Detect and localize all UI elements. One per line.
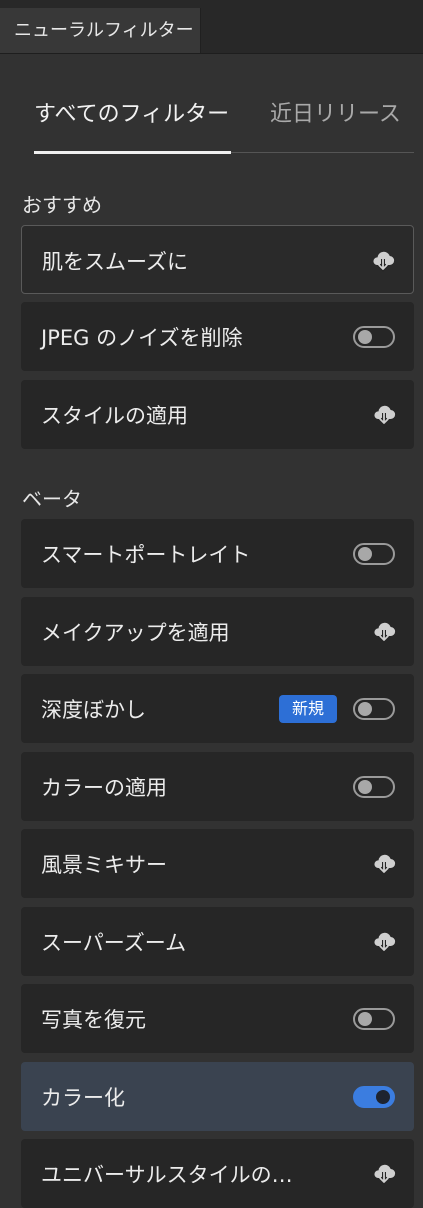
filter-item-skin-smoothing[interactable]: 肌をスムーズに xyxy=(21,225,414,294)
active-tab-indicator xyxy=(34,151,231,154)
filter-toggle[interactable] xyxy=(353,698,395,720)
filter-toggle[interactable] xyxy=(353,1086,395,1108)
tab-all-filters[interactable]: すべてのフィルター xyxy=(34,96,229,128)
toggle-knob xyxy=(376,1090,390,1104)
filter-item-photo-restoration[interactable]: 写真を復元 xyxy=(21,984,414,1053)
filter-item-label: 肌をスムーズに xyxy=(42,250,188,274)
filter-item-label: JPEG のノイズを削除 xyxy=(41,326,243,350)
section-beta-heading: ベータ xyxy=(22,487,82,511)
tab-coming-soon[interactable]: 近日リリース xyxy=(270,96,401,128)
toggle-knob xyxy=(358,330,372,344)
filter-item-jpeg-artifacts-removal[interactable]: JPEG のノイズを削除 xyxy=(21,302,414,371)
toggle-knob xyxy=(358,1012,372,1026)
panel-header: ニューラルフィルター xyxy=(0,0,423,54)
filter-item-label: 風景ミキサー xyxy=(41,853,167,877)
cloud-download-icon[interactable] xyxy=(372,853,396,875)
panel-tab-neural-filters[interactable]: ニューラルフィルター xyxy=(0,8,201,53)
filter-toggle[interactable] xyxy=(353,543,395,565)
tab-divider xyxy=(231,152,414,153)
filter-item-color-transfer[interactable]: カラーの適用 xyxy=(21,752,414,821)
cloud-download-icon[interactable] xyxy=(372,404,396,426)
filter-item-label: カラー化 xyxy=(41,1086,125,1110)
cloud-download-icon[interactable] xyxy=(371,250,395,272)
filter-item-label: 写真を復元 xyxy=(41,1008,146,1032)
filter-item-style-transfer[interactable]: スタイルの適用 xyxy=(21,380,414,449)
filter-item-landscape-mixer[interactable]: 風景ミキサー xyxy=(21,829,414,898)
section-featured-heading: おすすめ xyxy=(22,193,102,217)
filter-item-label: メイクアップを適用 xyxy=(41,621,230,645)
filter-item-universal-style[interactable]: ユニバーサルスタイルの… xyxy=(21,1139,414,1208)
filter-item-label: ユニバーサルスタイルの… xyxy=(41,1163,293,1187)
filter-item-label: スタイルの適用 xyxy=(41,404,188,428)
toggle-knob xyxy=(358,780,372,794)
filter-item-smart-portrait[interactable]: スマートポートレイト xyxy=(21,519,414,588)
filter-item-label: カラーの適用 xyxy=(41,776,167,800)
filter-item-colorize[interactable]: カラー化 xyxy=(21,1062,414,1131)
filter-item-label: 深度ぼかし xyxy=(41,698,146,722)
cloud-download-icon[interactable] xyxy=(372,931,396,953)
filter-toggle[interactable] xyxy=(353,326,395,348)
filter-item-super-zoom[interactable]: スーパーズーム xyxy=(21,907,414,976)
filter-toggle[interactable] xyxy=(353,776,395,798)
filter-item-label: スーパーズーム xyxy=(41,931,187,955)
filter-item-label: スマートポートレイト xyxy=(41,543,251,567)
filter-tabs: すべてのフィルター 近日リリース xyxy=(0,54,423,164)
cloud-download-icon[interactable] xyxy=(372,1163,396,1185)
toggle-knob xyxy=(358,702,372,716)
filter-item-depth-blur[interactable]: 深度ぼかし 新規 xyxy=(21,674,414,743)
toggle-knob xyxy=(358,547,372,561)
filter-toggle[interactable] xyxy=(353,1008,395,1030)
cloud-download-icon[interactable] xyxy=(372,621,396,643)
new-badge: 新規 xyxy=(278,695,337,723)
filter-item-makeup-transfer[interactable]: メイクアップを適用 xyxy=(21,597,414,666)
